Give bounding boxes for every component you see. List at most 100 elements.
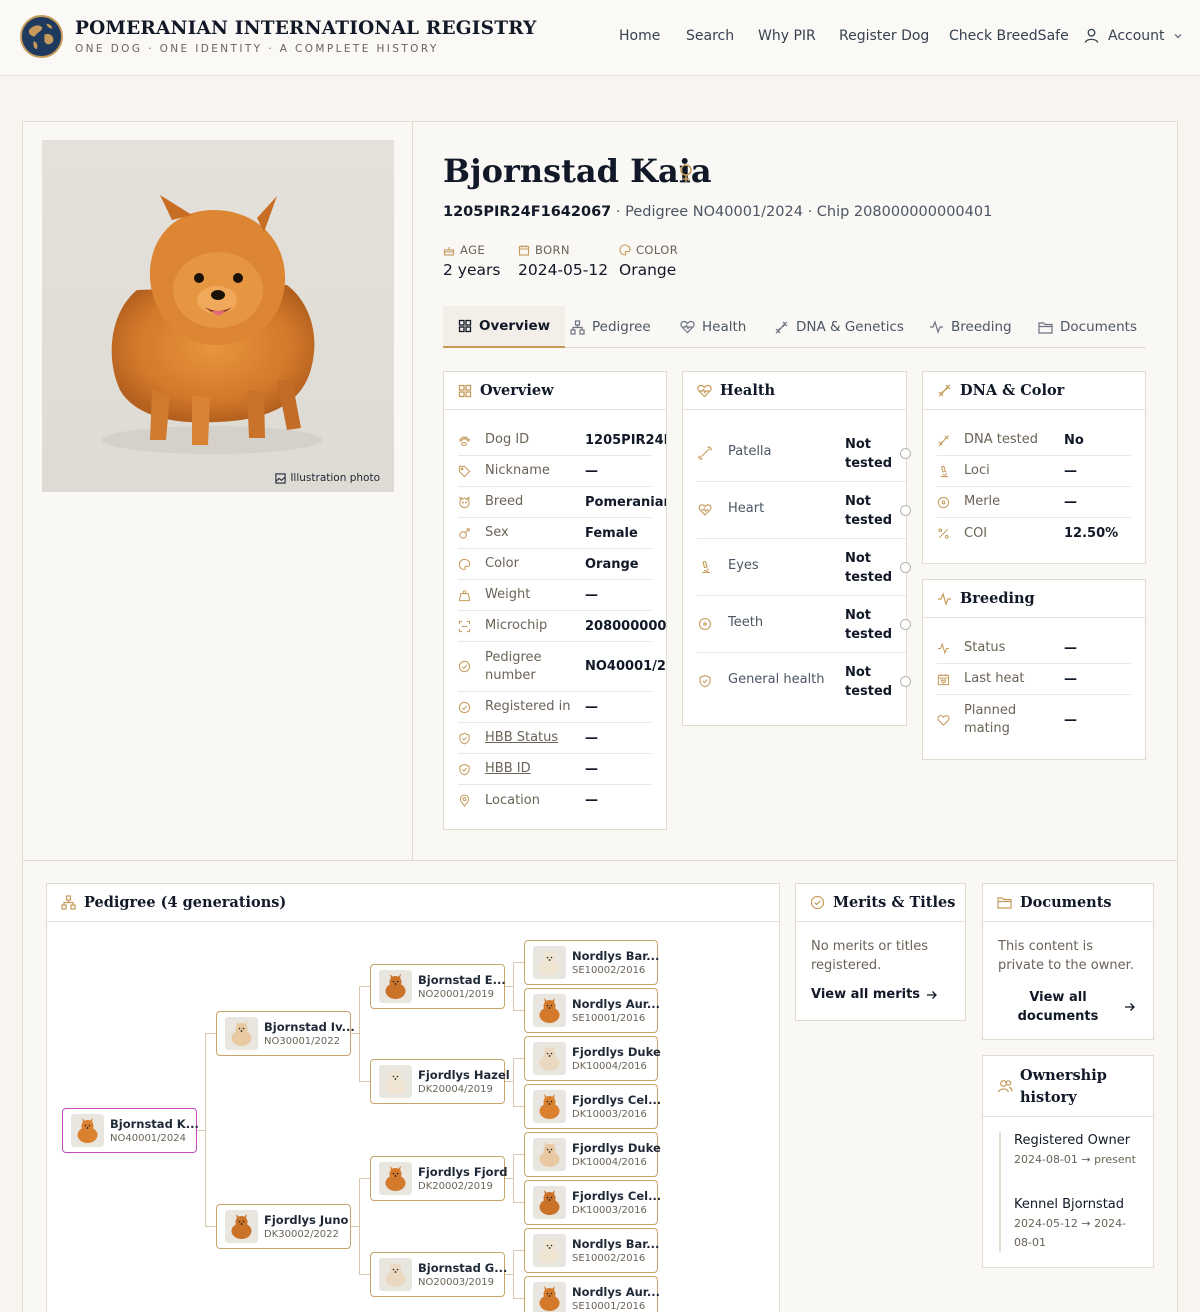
dna-row-label: Merle [964,494,1001,509]
registry-globe-logo[interactable] [20,15,63,58]
pedigree-node-name: Bjornstad K... [110,1117,199,1131]
nav-check-breedsafe[interactable]: Check BreedSafe [949,28,1069,44]
tab-pedigree[interactable]: Pedigree [570,306,651,348]
breeding-row-label: Status [964,640,1006,655]
dog-thumbnail [533,1138,566,1171]
pedigree-tree-icon [570,319,585,335]
tooth-icon [698,617,712,631]
pedigree-node[interactable]: Fjordlys Duke DK10004/2016 [524,1132,661,1177]
pedigree-node[interactable]: Fjordlys Fjord DK20002/2019 [370,1156,508,1201]
overview-row-registered-in: Registered in — [458,692,652,723]
shield-icon [699,674,711,688]
overview-row-value: — [585,761,598,777]
overview-panel-title: Overview [480,382,554,399]
pedigree-node[interactable]: Nordlys Bar... SE10002/2016 [524,940,659,985]
breeding-row-value: — [1064,671,1077,687]
dna-row-label: Loci [964,463,990,478]
scan-icon [458,620,471,632]
pedigree-connector [359,986,360,1081]
pedigree-node[interactable]: Fjordlys Cel... DK10003/2016 [524,1084,661,1129]
ownership-entry-2: Kennel Bjornstad 2024-05-12 → 2024-08-01 [1014,1195,1144,1252]
activity-icon [937,642,950,654]
dna-row-dna-tested: DNA tested No [937,425,1131,456]
overview-row-microchip: Microchip 208000000000401 [458,611,666,642]
pedigree-node-name: Bjornstad G... [418,1261,508,1275]
pedigree-node[interactable]: Nordlys Aur... SE10001/2016 [524,988,660,1033]
tab-breeding[interactable]: Breeding [929,306,1012,348]
health-row-teeth: Teeth Not tested [697,596,911,653]
pedigree-connector [513,1106,524,1107]
nav-search[interactable]: Search [686,28,734,44]
overview-row-weight: Weight — [458,580,652,611]
dna-row-merle: Merle — [937,487,1131,518]
dna-icon [938,434,949,446]
tab-overview[interactable]: Overview [443,306,566,348]
health-status-indicator [900,619,911,630]
breeding-row-icon [937,714,964,727]
pedigree-node-reg: SE10002/2016 [572,1253,646,1264]
pedigree-node-reg: DK20002/2019 [418,1181,493,1192]
pedigree-node[interactable]: Bjornstad K... NO40001/2024 [62,1108,199,1153]
tab-health[interactable]: Health [680,306,746,348]
nav-why-pir[interactable]: Why PIR [758,28,816,44]
overview-row-color: Color Orange [458,549,652,580]
dog-thumbnail [71,1114,104,1147]
pedigree-node[interactable]: Bjornstad G... NO20003/2019 [370,1252,507,1297]
overview-row-dog-id: Dog ID 1205PIR24F1642067 [458,425,666,456]
tab-dna-genetics[interactable]: DNA & Genetics [774,306,904,348]
grid-icon [458,384,472,397]
microscope-icon [702,560,710,574]
nav-home[interactable]: Home [619,28,660,44]
breeding-row-planned-mating: Planned mating — [937,695,1131,745]
bone-icon [698,446,712,460]
pedigree-node[interactable]: Fjordlys Duke DK10004/2016 [524,1036,661,1081]
pedigree-node[interactable]: Bjornstad E... NO20001/2019 [370,964,506,1009]
merits-empty-text: No merits or titles registered. [811,939,929,973]
pedigree-node-text: Bjornstad G... NO20003/2019 [418,1261,507,1288]
pedigree-node[interactable]: Fjordlys Juno DK30002/2022 [216,1204,351,1249]
overview-row-icon [458,660,485,673]
merits-panel-header: Merits & Titles [796,884,965,922]
view-all-merits-link[interactable]: View all merits [811,987,938,1002]
dna-panel-header: DNA & Color [923,372,1145,410]
dog-name: Bjornstad Kaia [443,152,712,190]
fact-color-label: COLOR [636,243,679,257]
tab-documents[interactable]: Documents [1038,306,1137,348]
nav-register-dog[interactable]: Register Dog [839,28,929,44]
face-icon [459,495,470,508]
health-row-label: General health [728,672,825,687]
brand-name[interactable]: POMERANIAN INTERNATIONAL REGISTRY [75,18,537,39]
pedigree-node[interactable]: Fjordlys Hazel DK20004/2019 [370,1059,510,1104]
arrow-right-icon [927,990,937,999]
view-all-documents-link[interactable]: View all documents [998,987,1141,1027]
image-icon [275,472,286,484]
breeding-row-icon [937,673,964,686]
pedigree-node-reg: DK10004/2016 [572,1157,647,1168]
pedigree-node[interactable]: Nordlys Aur... SE10001/2016 [524,1276,660,1312]
pedigree-node[interactable]: Fjordlys Cel... DK10003/2016 [524,1180,661,1225]
pedigree-node-reg: DK10004/2016 [572,1061,647,1072]
overview-row-label[interactable]: HBB ID [485,760,531,778]
dna-row-value: — [1064,494,1077,510]
pedigree-node-name: Nordlys Aur... [572,1285,660,1299]
overview-row-icon [458,701,485,714]
tab-dna-genetics-label: DNA & Genetics [796,319,904,335]
dna-panel-title: DNA & Color [960,382,1065,399]
folder-icon [997,897,1012,909]
pedigree-connector [359,1178,360,1274]
dna-row-icon [937,465,964,478]
pedigree-node-name: Fjordlys Duke [572,1045,661,1059]
pedigree-node-name: Bjornstad E... [418,973,506,987]
account-menu[interactable]: Account [1083,27,1183,44]
pedigree-node-reg: SE10002/2016 [572,965,646,976]
pedigree-node[interactable]: Bjornstad Iv... NO30001/2022 [216,1011,355,1056]
dog-thumbnail [533,946,566,979]
pedigree-node-text: Fjordlys Juno DK30002/2022 [264,1213,348,1240]
dna-row-label: DNA tested [964,432,1038,447]
overview-row-icon [458,732,485,745]
overview-row-value: NO40001/2024 [585,659,666,674]
pedigree-node[interactable]: Nordlys Bar... SE10002/2016 [524,1228,659,1273]
overview-row-label[interactable]: HBB Status [485,729,558,747]
ownership-entry-1-owner: Registered Owner [1014,1133,1131,1148]
dog-photo[interactable]: Illustration photo [42,140,394,492]
